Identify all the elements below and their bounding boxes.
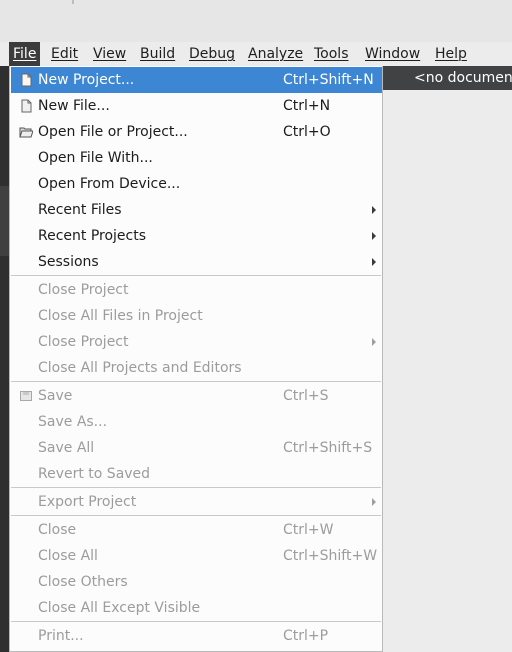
menu-separator [11, 381, 381, 382]
menu-item-recent-projects[interactable]: Recent Projects [11, 223, 382, 249]
menu-item-close[interactable]: Close Ctrl+W [11, 517, 382, 543]
menu-item-open-file-or-project[interactable]: Open File or Project... Ctrl+O [11, 119, 382, 145]
save-icon [20, 391, 32, 401]
menu-item-recent-files[interactable]: Recent Files [11, 197, 382, 223]
new-project-icon [21, 73, 32, 87]
menu-tools[interactable]: Tools [310, 42, 353, 66]
menu-file[interactable]: File [9, 42, 41, 66]
menu-item-close-project-submenu[interactable]: Close Project [11, 329, 382, 355]
menu-item-close-all[interactable]: Close All Ctrl+Shift+W [11, 543, 382, 569]
menu-item-save-all[interactable]: Save All Ctrl+Shift+S [11, 435, 382, 461]
menu-item-open-from-device[interactable]: Open From Device... [11, 171, 382, 197]
menu-view[interactable]: View [89, 42, 130, 66]
menu-item-open-file-with[interactable]: Open File With... [11, 145, 382, 171]
menu-item-close-all-except-visible[interactable]: Close All Except Visible [11, 595, 382, 621]
menu-item-print[interactable]: Print... Ctrl+P [11, 623, 382, 649]
menu-item-export-project[interactable]: Export Project [11, 489, 382, 515]
menu-help[interactable]: Help [431, 42, 471, 66]
mode-sidebar [0, 66, 9, 652]
menu-separator [11, 515, 381, 516]
document-label: <no document> [414, 70, 512, 86]
editor-area [383, 66, 512, 652]
submenu-arrow-icon [372, 206, 376, 214]
menu-item-sessions[interactable]: Sessions [11, 249, 382, 275]
menu-separator [11, 487, 381, 488]
submenu-arrow-icon [372, 232, 376, 240]
folder-open-icon [19, 127, 33, 138]
menu-bar: File Edit View Build Debug Analyze Tools… [0, 42, 512, 66]
menu-separator [11, 275, 381, 276]
menu-analyze[interactable]: Analyze [244, 42, 307, 66]
menu-item-new-file[interactable]: New File... Ctrl+N [11, 93, 382, 119]
menu-window[interactable]: Window [361, 42, 424, 66]
menu-item-save[interactable]: Save Ctrl+S [11, 383, 382, 409]
menu-item-close-all-files-in-project[interactable]: Close All Files in Project [11, 303, 382, 329]
menu-item-new-project[interactable]: New Project... Ctrl+Shift+N [11, 67, 382, 93]
submenu-arrow-icon [372, 258, 376, 266]
new-file-icon [21, 99, 32, 113]
menu-item-close-all-projects-and-editors[interactable]: Close All Projects and Editors [11, 355, 382, 381]
menu-item-close-project[interactable]: Close Project [11, 277, 382, 303]
menu-item-close-others[interactable]: Close Others [11, 569, 382, 595]
menu-item-revert-to-saved[interactable]: Revert to Saved [11, 461, 382, 487]
file-menu: New Project... Ctrl+Shift+N New File... … [9, 66, 383, 652]
menu-build[interactable]: Build [136, 42, 179, 66]
titlebar-mark [72, 0, 74, 4]
menu-debug[interactable]: Debug [185, 42, 239, 66]
document-selector[interactable]: <no document> [383, 66, 512, 90]
menu-separator [11, 621, 381, 622]
submenu-arrow-icon [372, 498, 376, 506]
menu-edit[interactable]: Edit [47, 42, 82, 66]
window-titlebar [0, 0, 512, 43]
menu-item-save-as[interactable]: Save As... [11, 409, 382, 435]
submenu-arrow-icon [372, 338, 376, 346]
